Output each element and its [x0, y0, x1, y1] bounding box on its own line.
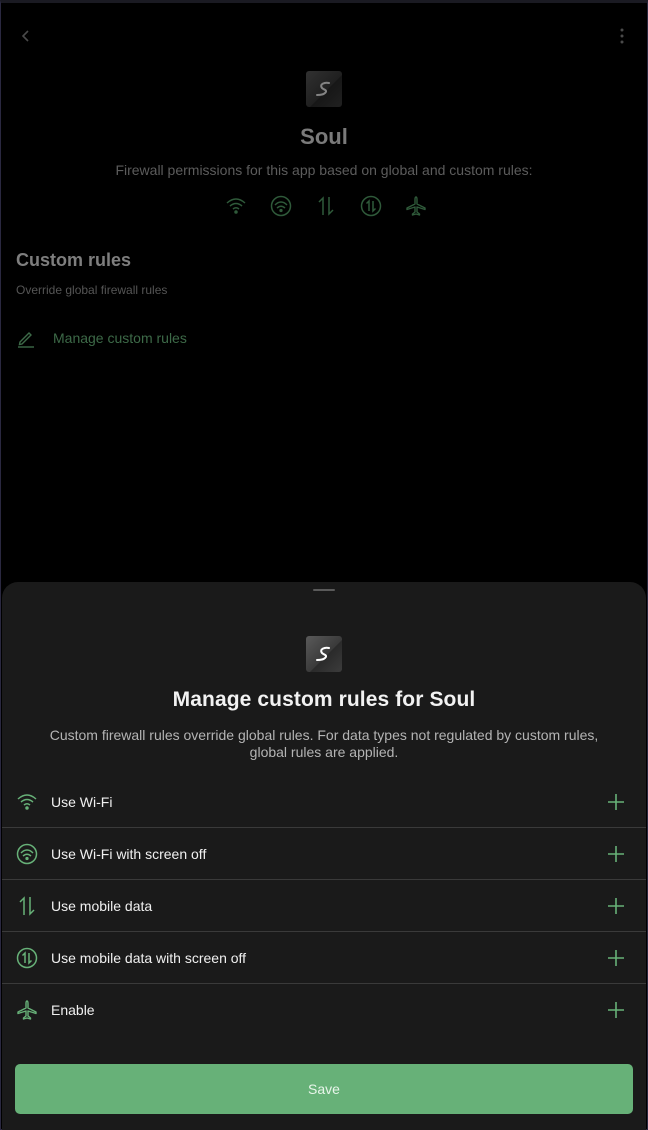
airplane-icon — [15, 998, 39, 1022]
plus-icon — [608, 897, 624, 914]
pencil-icon — [18, 332, 34, 348]
app-name: Soul — [300, 124, 348, 149]
sheet-description: Custom firewall rules override global ru… — [49, 727, 599, 760]
wifi-icon — [15, 790, 39, 814]
custom-rules-heading: Custom rules — [16, 250, 132, 270]
add-rule-button[interactable] — [606, 1000, 626, 1020]
plus-icon — [608, 845, 624, 862]
soul-app-icon — [306, 71, 342, 107]
mobile-data-icon — [314, 194, 338, 218]
rule-label: Enable — [51, 1002, 95, 1018]
wifi-screen-off-icon — [269, 194, 293, 218]
custom-rules-subtitle: Override global firewall rules — [16, 283, 168, 297]
rule-row-use-mobile-data-screen-off[interactable]: Use mobile data with screen off — [2, 932, 646, 984]
back-button[interactable] — [12, 22, 40, 50]
more-vertical-icon — [620, 28, 624, 44]
rule-row-use-wifi-screen-off[interactable]: Use Wi-Fi with screen off — [2, 828, 646, 880]
plus-icon — [608, 949, 624, 966]
save-button[interactable]: Save — [15, 1064, 633, 1114]
wifi-screen-off-icon — [15, 842, 39, 866]
add-rule-button[interactable] — [606, 844, 626, 864]
sheet-drag-handle[interactable] — [313, 589, 335, 591]
rule-row-use-mobile-data[interactable]: Use mobile data — [2, 880, 646, 932]
more-options-button[interactable] — [608, 22, 636, 50]
rule-label: Use Wi-Fi with screen off — [51, 845, 207, 862]
manage-custom-rules-link[interactable]: Manage custom rules — [16, 328, 187, 348]
rule-label: Use Wi-Fi — [51, 793, 113, 810]
sheet-title: Manage custom rules for Soul — [172, 688, 476, 711]
wifi-icon — [224, 194, 248, 218]
airplane-icon — [404, 194, 428, 218]
rule-label: Use mobile data — [51, 897, 153, 914]
mobile-data-icon — [15, 894, 39, 918]
chevron-left-icon — [21, 30, 29, 42]
mobile-data-screen-off-icon — [15, 946, 39, 970]
rule-row-use-wifi[interactable]: Use Wi-Fi — [2, 776, 646, 828]
mobile-data-screen-off-icon — [359, 194, 383, 218]
rule-row-enable[interactable]: Enable — [2, 984, 646, 1036]
permission-icons — [224, 194, 428, 218]
manage-custom-rules-sheet: Manage custom rules for Soul Custom fire… — [2, 582, 646, 1130]
custom-rules-list: Use Wi-Fi Use Wi-Fi with screen off Use … — [2, 776, 646, 1036]
add-rule-button[interactable] — [606, 792, 626, 812]
manage-custom-rules-label: Manage custom rules — [53, 330, 187, 346]
rule-label: Use mobile data with screen off — [51, 949, 247, 966]
plus-icon — [608, 1002, 624, 1018]
add-rule-button[interactable] — [606, 948, 626, 968]
soul-app-icon — [306, 636, 342, 672]
add-rule-button[interactable] — [606, 896, 626, 916]
firewall-permissions-description: Firewall permissions for this app based … — [115, 162, 533, 178]
plus-icon — [608, 793, 624, 810]
app-detail-page: Soul Firewall permissions for this app b… — [0, 0, 648, 600]
